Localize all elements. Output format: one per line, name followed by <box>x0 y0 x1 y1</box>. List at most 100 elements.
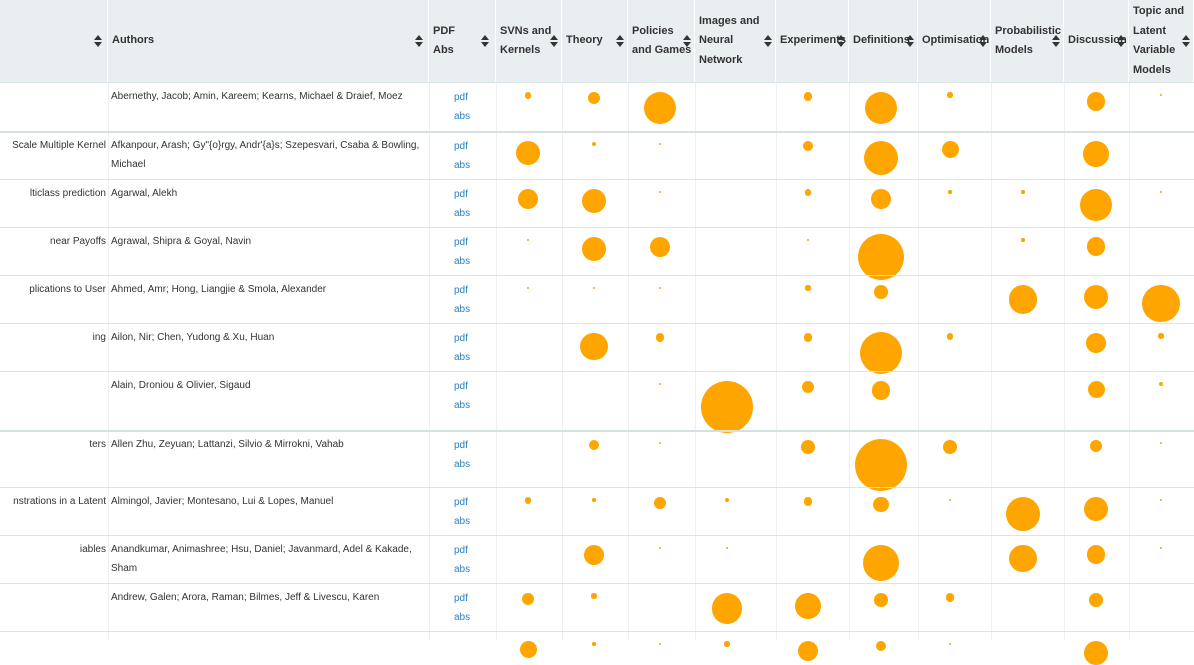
sort-arrows-icon[interactable] <box>764 35 772 47</box>
pdf-link[interactable]: pdf <box>454 92 468 103</box>
column-header-title[interactable] <box>0 0 108 82</box>
topic-weight-dot <box>517 189 539 210</box>
column-header-topic[interactable]: Definitions <box>849 0 918 82</box>
column-divider <box>108 82 109 641</box>
column-header-label: Probabilistic Models <box>991 22 1061 61</box>
abs-link[interactable]: abs <box>454 256 470 267</box>
paper-title[interactable]: lticlass prediction <box>0 188 106 199</box>
topic-weight-dot <box>1086 545 1106 564</box>
column-header-links[interactable]: PDF Abs <box>429 0 496 82</box>
paper-title-text: lticlass prediction <box>29 188 106 199</box>
topic-weight-dot <box>795 593 821 619</box>
abs-link[interactable]: abs <box>454 400 470 411</box>
abs-link[interactable]: abs <box>454 208 470 219</box>
sort-arrows-icon[interactable] <box>481 35 489 47</box>
topic-weight-dot <box>591 141 597 147</box>
pdf-link[interactable]: pdf <box>454 237 468 248</box>
pdf-link[interactable]: pdf <box>454 440 468 451</box>
paper-title-text: nstrations in a Latent <box>13 496 106 507</box>
column-divider <box>1064 82 1065 641</box>
topic-weight-dot <box>524 92 532 99</box>
pdf-link[interactable]: pdf <box>454 593 468 604</box>
row-divider <box>0 371 1194 372</box>
sort-arrows-icon[interactable] <box>1052 35 1060 47</box>
column-header-topic[interactable]: Probabilistic Models <box>991 0 1064 82</box>
column-divider <box>1129 82 1130 641</box>
topic-weight-dot <box>1085 333 1107 354</box>
topic-weight-dot <box>802 381 814 393</box>
topic-weight-dot <box>1006 497 1040 531</box>
paper-title[interactable]: Scale Multiple Kernel <box>0 140 106 151</box>
column-header-line: Kernels <box>500 44 541 56</box>
topic-weight-dot <box>806 238 809 241</box>
paper-authors: Ahmed, Amr; Hong, Liangjie & Smola, Alex… <box>111 284 327 295</box>
topic-weight-dot <box>583 545 605 566</box>
sort-arrows-icon[interactable] <box>837 35 845 47</box>
pdf-link[interactable]: pdf <box>454 381 468 392</box>
sort-arrows-icon[interactable] <box>906 35 914 47</box>
abs-link[interactable]: abs <box>454 516 470 527</box>
abs-link[interactable]: abs <box>454 304 470 315</box>
paper-title[interactable]: iables <box>0 544 106 555</box>
paper-title[interactable]: near Payoffs <box>0 236 106 247</box>
topic-weight-dot <box>724 641 730 647</box>
column-header-topic[interactable]: Topic and Latent Variable Models <box>1129 0 1194 82</box>
topic-weight-dot <box>649 237 671 258</box>
topic-weight-dot <box>1084 285 1108 309</box>
table-header: Authors PDF Abs SVNs and Kernels Theory Polici… <box>0 0 1194 82</box>
abs-link[interactable]: abs <box>454 160 470 171</box>
column-header-label: Policies and Games <box>628 22 691 61</box>
topic-weight-dot <box>874 285 888 299</box>
column-header-topic[interactable]: Discussion <box>1064 0 1129 82</box>
pdf-link[interactable]: pdf <box>454 333 468 344</box>
pdf-link[interactable]: pdf <box>454 285 468 296</box>
abs-link[interactable]: abs <box>454 459 470 470</box>
column-header-topic[interactable]: Optimisation <box>918 0 991 82</box>
column-header-authors[interactable]: Authors <box>108 0 429 82</box>
sort-arrows-icon[interactable] <box>550 35 558 47</box>
topic-weight-dot <box>724 497 730 503</box>
sort-arrows-icon[interactable] <box>1182 35 1190 47</box>
paper-title[interactable]: nstrations in a Latent <box>0 496 106 507</box>
paper-title-text: iables <box>79 544 106 555</box>
sort-arrows-icon[interactable] <box>616 35 624 47</box>
sort-arrows-icon[interactable] <box>979 35 987 47</box>
sort-arrows-icon[interactable] <box>683 35 691 47</box>
pdf-link[interactable]: pdf <box>454 497 468 508</box>
column-header-line: Latent <box>1133 24 1166 37</box>
row-divider <box>0 131 1194 133</box>
abs-link[interactable]: abs <box>454 564 470 575</box>
sort-arrows-icon[interactable] <box>415 35 423 47</box>
paper-title[interactable]: ing <box>0 332 106 343</box>
paper-title[interactable]: plications to User <box>0 284 106 295</box>
column-header-topic[interactable]: SVNs and Kernels <box>496 0 562 82</box>
sort-arrows-icon[interactable] <box>94 35 102 47</box>
topic-weight-dot <box>659 287 661 289</box>
pdf-link[interactable]: pdf <box>454 545 468 556</box>
pdf-link[interactable]: pdf <box>454 189 468 200</box>
paper-title[interactable]: ters <box>0 439 106 450</box>
topic-weight-dot <box>802 141 814 152</box>
column-header-line: Topic and <box>1133 5 1185 17</box>
abs-link[interactable]: abs <box>454 111 470 122</box>
row-divider <box>0 583 1194 584</box>
column-header-topic[interactable]: Experiments <box>776 0 849 82</box>
row-divider <box>0 82 1194 83</box>
sort-arrows-icon[interactable] <box>1117 35 1125 47</box>
abs-link[interactable]: abs <box>454 612 470 623</box>
topic-weight-dot <box>726 547 728 549</box>
topic-weight-dot <box>1079 189 1113 222</box>
topic-weight-dot <box>1083 141 1109 167</box>
column-header-label: Theory <box>562 31 603 51</box>
column-header-topic[interactable]: Policies and Games <box>628 0 695 82</box>
column-header-topic[interactable]: Theory <box>562 0 628 82</box>
topic-weight-dot <box>864 141 898 175</box>
topic-weight-dot <box>874 593 888 607</box>
paper-title-text: near Payoffs <box>50 236 106 247</box>
topic-weight-dot <box>519 641 537 658</box>
topic-weight-dot <box>855 438 907 491</box>
column-header-topic[interactable]: Images and Neural Network <box>695 0 776 82</box>
topic-weight-dot <box>943 440 957 454</box>
pdf-link[interactable]: pdf <box>454 141 468 152</box>
abs-link[interactable]: abs <box>454 352 470 363</box>
